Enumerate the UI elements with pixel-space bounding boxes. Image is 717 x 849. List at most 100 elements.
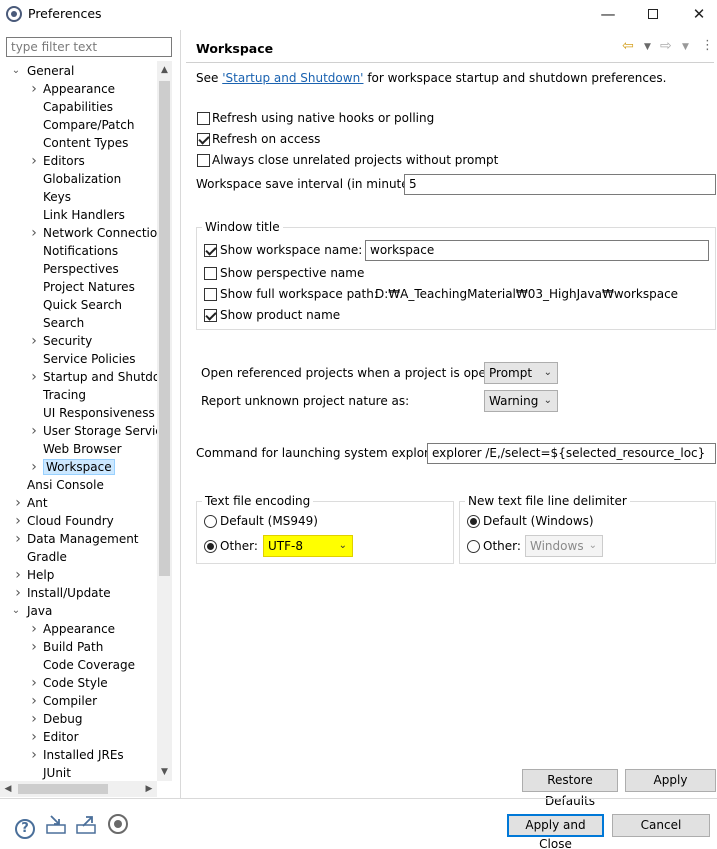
pane-divider[interactable] — [180, 30, 181, 798]
refresh-access-checkbox[interactable] — [197, 133, 210, 146]
tree-item[interactable]: › Cloud Foundry — [15, 512, 114, 530]
encoding-other-radio[interactable] — [204, 540, 217, 553]
tree-item[interactable]: Gradle — [27, 548, 67, 566]
tree-item[interactable]: Code Coverage — [43, 656, 135, 674]
tree-item[interactable]: Search — [43, 314, 84, 332]
chevron-right-icon[interactable]: › — [13, 512, 23, 530]
show-full-path-checkbox[interactable] — [204, 288, 217, 301]
chevron-right-icon[interactable]: › — [29, 368, 39, 386]
record-icon[interactable] — [107, 814, 129, 836]
encoding-combo[interactable]: UTF-8 ⌄ — [263, 535, 353, 557]
tree-item[interactable]: › User Storage Service — [31, 422, 157, 440]
import-icon[interactable] — [45, 814, 67, 836]
delimiter-combo[interactable]: Windows ⌄ — [525, 535, 603, 557]
tree-item[interactable]: › Appearance — [31, 620, 115, 638]
chevron-right-icon[interactable]: › — [29, 224, 39, 242]
forward-menu-icon[interactable]: ▼ — [682, 42, 689, 52]
workspace-name-input[interactable]: workspace — [365, 240, 709, 261]
filter-input[interactable] — [6, 37, 172, 57]
save-interval-input[interactable]: 5 — [404, 174, 716, 195]
apply-button[interactable]: Apply — [625, 769, 716, 792]
chevron-right-icon[interactable]: › — [13, 566, 23, 584]
tree-item[interactable]: Globalization — [43, 170, 121, 188]
chevron-right-icon[interactable]: › — [29, 674, 39, 692]
minimize-button[interactable]: — — [585, 0, 631, 28]
tree-item[interactable]: › Compiler — [31, 692, 97, 710]
tree-item[interactable]: ⌄ Java — [12, 602, 53, 620]
tree-item[interactable]: Capabilities — [43, 98, 113, 116]
always-close-checkbox[interactable] — [197, 154, 210, 167]
chevron-right-icon[interactable]: › — [29, 728, 39, 746]
back-menu-icon[interactable]: ▼ — [644, 42, 651, 52]
startup-shutdown-link[interactable]: 'Startup and Shutdown' — [222, 71, 363, 85]
chevron-right-icon[interactable]: › — [29, 710, 39, 728]
maximize-button[interactable] — [630, 0, 676, 28]
tree-item[interactable]: Keys — [43, 188, 71, 206]
view-menu-icon[interactable]: ⋮ — [701, 38, 714, 53]
tree-item[interactable]: Perspectives — [43, 260, 119, 278]
scroll-left-icon[interactable]: ◀ — [0, 781, 16, 797]
tree-item[interactable]: › Data Management — [15, 530, 138, 548]
tree-item[interactable]: Web Browser — [43, 440, 122, 458]
tree-item[interactable]: Service Policies — [43, 350, 136, 368]
cancel-button[interactable]: Cancel — [612, 814, 710, 837]
tree-item[interactable]: › Network Connection — [31, 224, 157, 242]
tree-item[interactable]: › Appearance — [31, 80, 115, 98]
scroll-right-icon[interactable]: ▶ — [141, 781, 157, 797]
scrollbar-thumb[interactable] — [159, 81, 170, 576]
restore-defaults-button[interactable]: Restore Defaults — [522, 769, 618, 808]
chevron-down-icon[interactable]: ⌄ — [11, 602, 21, 620]
tree-item[interactable]: › Help — [15, 566, 54, 584]
tree-item[interactable]: › Editor — [31, 728, 78, 746]
tree-item[interactable]: ⌄ General — [12, 62, 75, 80]
chevron-right-icon[interactable]: › — [13, 494, 23, 512]
close-button[interactable]: ✕ — [676, 0, 717, 28]
scroll-down-icon[interactable]: ▼ — [157, 763, 172, 781]
chevron-right-icon[interactable]: › — [29, 746, 39, 764]
explorer-command-input[interactable]: explorer /E,/select=${selected_resource_… — [427, 443, 716, 464]
tree-item[interactable]: Compare/Patch — [43, 116, 134, 134]
delimiter-default-radio[interactable] — [467, 515, 480, 528]
tree-item[interactable]: Link Handlers — [43, 206, 125, 224]
back-arrow-icon[interactable]: ⇦ — [622, 38, 634, 54]
tree-vertical-scrollbar[interactable]: ▲ ▼ — [157, 61, 172, 781]
chevron-right-icon[interactable]: › — [29, 692, 39, 710]
tree-item[interactable]: Notifications — [43, 242, 118, 260]
tree-item[interactable]: Content Types — [43, 134, 128, 152]
open-referenced-combo[interactable]: Prompt ⌄ — [484, 362, 558, 384]
scrollbar-thumb[interactable] — [18, 784, 108, 794]
show-product-checkbox[interactable] — [204, 309, 217, 322]
export-icon[interactable] — [75, 814, 97, 836]
chevron-right-icon[interactable]: › — [13, 530, 23, 548]
tree-item[interactable]: › Installed JREs — [31, 746, 123, 764]
tree-item[interactable]: JUnit — [43, 764, 71, 781]
tree-item[interactable]: UI Responsiveness M — [43, 404, 157, 422]
refresh-native-checkbox[interactable] — [197, 112, 210, 125]
apply-and-close-button[interactable]: Apply and Close — [507, 814, 604, 849]
tree-item[interactable]: › Security — [31, 332, 92, 350]
tree-item[interactable]: Ansi Console — [27, 476, 104, 494]
delimiter-other-radio[interactable] — [467, 540, 480, 553]
tree-item[interactable]: Tracing — [43, 386, 86, 404]
tree-horizontal-scrollbar[interactable]: ◀ ▶ — [0, 781, 157, 797]
tree-item[interactable]: › Editors — [31, 152, 85, 170]
tree-item[interactable]: › Startup and Shutdow — [31, 368, 157, 386]
encoding-default-radio[interactable] — [204, 515, 217, 528]
chevron-right-icon[interactable]: › — [29, 152, 39, 170]
tree-item[interactable]: Project Natures — [43, 278, 135, 296]
chevron-right-icon[interactable]: › — [29, 458, 39, 476]
chevron-right-icon[interactable]: › — [13, 584, 23, 602]
chevron-right-icon[interactable]: › — [29, 620, 39, 638]
chevron-right-icon[interactable]: › — [29, 638, 39, 656]
tree-item[interactable]: › Workspace — [31, 458, 115, 476]
tree-item[interactable]: › Debug — [31, 710, 82, 728]
tree-item[interactable]: › Install/Update — [15, 584, 110, 602]
chevron-right-icon[interactable]: › — [29, 422, 39, 440]
show-perspective-checkbox[interactable] — [204, 267, 217, 280]
help-icon[interactable]: ? — [14, 814, 36, 839]
chevron-down-icon[interactable]: ⌄ — [11, 62, 21, 80]
scroll-up-icon[interactable]: ▲ — [157, 61, 172, 79]
forward-arrow-icon[interactable]: ⇨ — [660, 38, 672, 54]
chevron-right-icon[interactable]: › — [29, 80, 39, 98]
show-workspace-name-checkbox[interactable] — [204, 244, 217, 257]
